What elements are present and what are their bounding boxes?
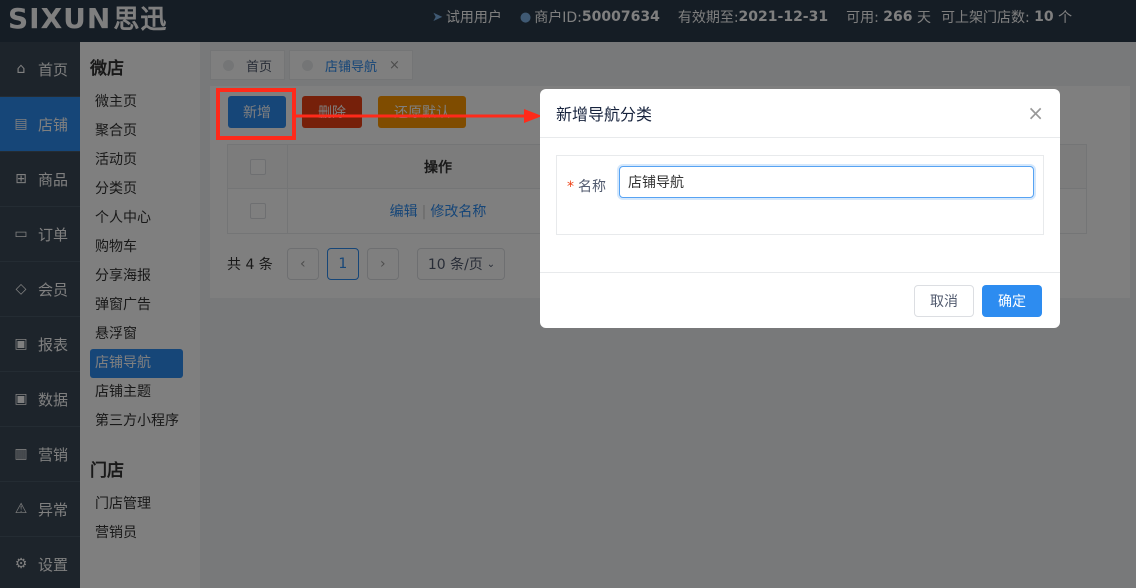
close-icon[interactable]: × — [1027, 103, 1044, 123]
dialog-footer: 取消 确定 — [540, 272, 1060, 328]
name-input[interactable] — [619, 166, 1034, 198]
required-mark: * — [567, 179, 574, 195]
confirm-button[interactable]: 确定 — [982, 285, 1042, 317]
highlight-box — [216, 88, 296, 140]
dialog-title: 新增导航分类 — [556, 105, 653, 124]
dialog-header: 新增导航分类 × — [540, 89, 1060, 138]
dialog-form: * 名称 — [556, 155, 1044, 235]
name-label: * 名称 — [567, 176, 606, 196]
annotation-arrow — [296, 109, 542, 123]
add-nav-category-dialog: 新增导航分类 × *名称 取消 确定 — [540, 89, 1060, 328]
name-label-text: 名称 — [578, 179, 606, 195]
cancel-button[interactable]: 取消 — [914, 285, 974, 317]
